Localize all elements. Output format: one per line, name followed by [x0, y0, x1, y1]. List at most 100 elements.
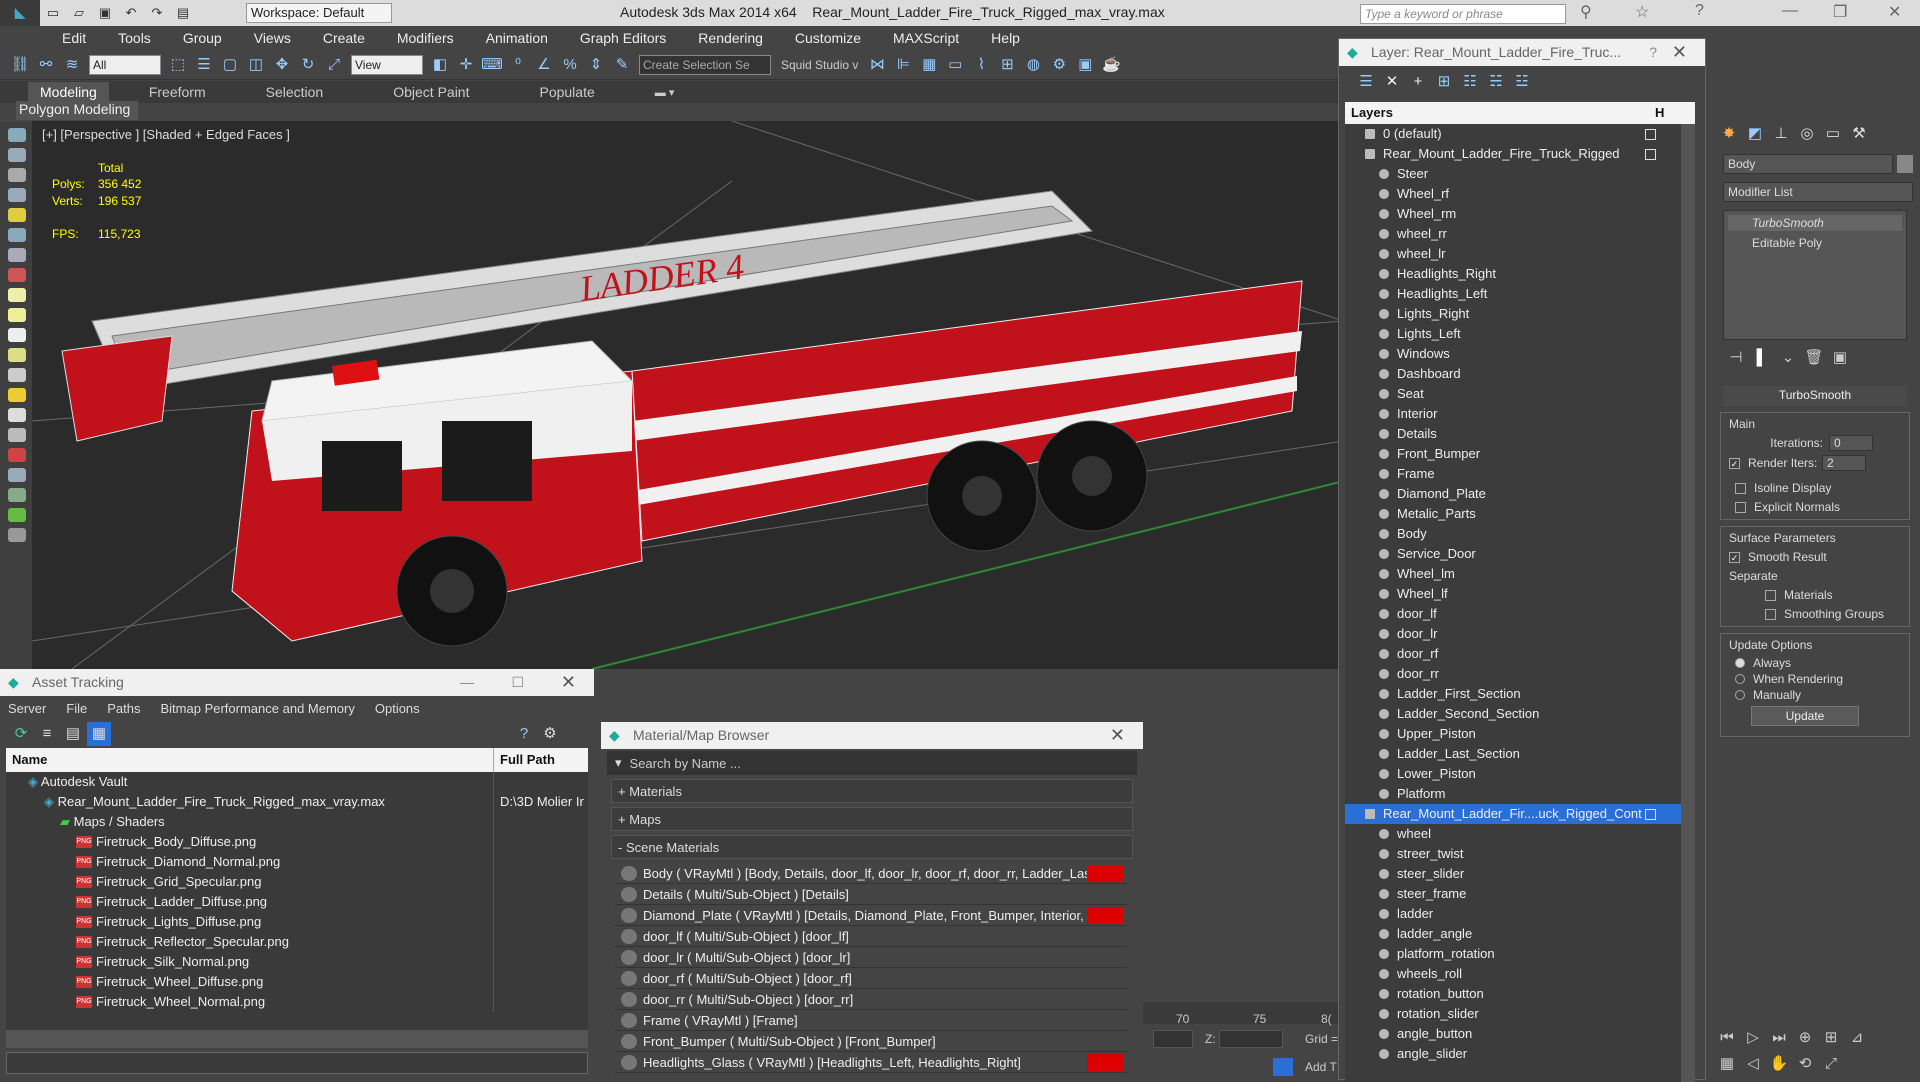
edit-named-selection-icon[interactable]: ✎ [610, 53, 634, 77]
layer-object-item[interactable]: door_rf [1345, 644, 1695, 664]
refresh-icon[interactable]: ⟳ [9, 722, 33, 746]
scene-material-item[interactable]: Body ( VRayMtl ) [Body, Details, door_lf… [615, 863, 1127, 884]
selection-filter-dropdown[interactable]: All [89, 54, 161, 75]
layer-object-item[interactable]: ladder_angle [1345, 924, 1695, 944]
mirror-icon[interactable]: ⋈ [865, 53, 889, 77]
isolate-icon[interactable] [1273, 1058, 1293, 1076]
angle-snap-icon[interactable]: ∠ [532, 53, 556, 77]
column-hide[interactable]: H [1655, 102, 1675, 125]
tool-icon[interactable] [8, 348, 26, 362]
pivot-icon[interactable]: ◧ [428, 53, 452, 77]
menu-edit[interactable]: Edit [62, 30, 86, 46]
search-input[interactable]: Type a keyword or phrase [1360, 4, 1566, 24]
help-icon[interactable]: ? [1695, 2, 1704, 20]
new-file-icon[interactable]: ▭ [42, 3, 64, 23]
manually-radio[interactable] [1735, 690, 1745, 700]
pan-icon[interactable]: ✋ [1767, 1052, 1791, 1076]
close-icon[interactable]: ✕ [1110, 722, 1125, 749]
section-scene-materials[interactable]: - Scene Materials [611, 835, 1133, 859]
select-object-icon[interactable]: ⬚ [166, 53, 190, 77]
layer-object-item[interactable]: streer_twist [1345, 844, 1695, 864]
render-setup-icon[interactable]: ⚙ [1047, 53, 1071, 77]
turbosmooth-rollout[interactable]: TurboSmooth [1723, 386, 1907, 406]
rotate-icon[interactable]: ↻ [296, 53, 320, 77]
rendered-frame-icon[interactable]: ▣ [1073, 53, 1097, 77]
layer-object-item[interactable]: steer_slider [1345, 864, 1695, 884]
layer-object-item[interactable]: door_lf [1345, 604, 1695, 624]
tool-icon[interactable] [8, 128, 26, 142]
asset-row[interactable]: PNG Firetruck_Reflector_Specular.png [6, 931, 588, 952]
section-materials[interactable]: + Materials [611, 779, 1133, 803]
tool-icon[interactable] [8, 268, 26, 282]
layer-object-item[interactable]: rotation_button [1345, 984, 1695, 1004]
menu-bitmap-performance[interactable]: Bitmap Performance and Memory [161, 701, 355, 716]
select-manipulate-icon[interactable]: ✛ [454, 53, 478, 77]
ribbon-options-icon[interactable]: ▬ ▾ [655, 86, 675, 99]
viewport-label[interactable]: [+] [Perspective ] [Shaded + Edged Faces… [42, 127, 290, 142]
asset-row[interactable]: ◈ Rear_Mount_Ladder_Fire_Truck_Rigged_ma… [6, 791, 588, 812]
layer-manager-icon[interactable]: ▦ [917, 53, 941, 77]
layer-hide-toggle[interactable] [1645, 129, 1656, 140]
scene-material-item[interactable]: Frame ( VRayMtl ) [Frame] [615, 1010, 1127, 1031]
maximize-icon[interactable]: ☐ [511, 669, 524, 696]
horizontal-scrollbar[interactable] [6, 1030, 588, 1048]
highlight-layer-icon[interactable]: ☷ [1458, 70, 1482, 94]
layer-item[interactable]: 0 (default) [1345, 124, 1695, 144]
open-file-icon[interactable]: ▱ [68, 3, 90, 23]
remove-modifier-icon[interactable]: 🗑 [1802, 346, 1826, 370]
binoculars-icon[interactable]: ⚲ [1580, 2, 1592, 22]
layer-object-item[interactable]: Body [1345, 524, 1695, 544]
isoline-display-checkbox[interactable] [1735, 482, 1746, 494]
menu-options[interactable]: Options [375, 701, 420, 716]
tool-icon[interactable] [8, 488, 26, 502]
undo-icon[interactable]: ↶ [120, 3, 142, 23]
modifier-list-dropdown[interactable]: Modifier List [1723, 182, 1913, 202]
tool-icon[interactable] [8, 528, 26, 542]
layer-object-item[interactable]: angle_button [1345, 1024, 1695, 1044]
reference-coordinate-dropdown[interactable]: View [351, 54, 423, 75]
maximize-icon[interactable]: ❐ [1833, 2, 1847, 22]
layer-object-item[interactable]: Ladder_First_Section [1345, 684, 1695, 704]
asset-row[interactable]: PNG Firetruck_Wheel_Diffuse.png [6, 971, 588, 992]
layer-object-item[interactable]: Lights_Right [1345, 304, 1695, 324]
layer-object-item[interactable]: Wheel_rf [1345, 184, 1695, 204]
layer-object-item[interactable]: door_rr [1345, 664, 1695, 684]
project-icon[interactable]: ▤ [172, 3, 194, 23]
layer-object-item[interactable]: rotation_slider [1345, 1004, 1695, 1024]
asset-row[interactable]: PNG Firetruck_Body_Diffuse.png [6, 831, 588, 852]
layer-hide-toggle[interactable] [1645, 149, 1656, 160]
layer-object-item[interactable]: Service_Door [1345, 544, 1695, 564]
scene-material-item[interactable]: door_rf ( Multi/Sub-Object ) [door_rf] [615, 968, 1127, 989]
move-icon[interactable]: ✥ [270, 53, 294, 77]
scene-material-item[interactable]: Diamond_Plate ( VRayMtl ) [Details, Diam… [615, 905, 1127, 926]
tab-freeform[interactable]: Freeform [149, 84, 206, 100]
utilities-tab-icon[interactable]: ⚒ [1847, 122, 1871, 146]
layer-object-item[interactable]: wheels_roll [1345, 964, 1695, 984]
when-rendering-radio[interactable] [1735, 674, 1745, 684]
polygon-modeling-panel[interactable]: Polygon Modeling [16, 101, 138, 120]
close-icon[interactable]: ✕ [561, 669, 576, 696]
layer-object-item[interactable]: steer_frame [1345, 884, 1695, 904]
asset-row[interactable]: PNG Firetruck_Lights_Diffuse.png [6, 911, 588, 932]
tool-icon[interactable] [8, 508, 26, 522]
create-tab-icon[interactable]: ✸ [1717, 122, 1741, 146]
layer-object-item[interactable]: Ladder_Last_Section [1345, 744, 1695, 764]
menu-customize[interactable]: Customize [795, 30, 861, 46]
field-of-view-icon[interactable]: ⊿ [1845, 1026, 1869, 1050]
layer-object-item[interactable]: Metalic_Parts [1345, 504, 1695, 524]
zoom-icon[interactable]: ⊕ [1793, 1026, 1817, 1050]
curve-editor-icon[interactable]: ⌇ [969, 53, 993, 77]
z-coordinate-field[interactable] [1219, 1030, 1283, 1048]
asset-row[interactable]: ◈ Autodesk Vault [6, 771, 588, 792]
tool-icon[interactable] [8, 368, 26, 382]
configure-modifier-sets-icon[interactable]: ▣ [1828, 346, 1852, 370]
asset-row[interactable]: PNG Firetruck_Wheel_Normal.png [6, 991, 588, 1012]
stack-item-turbosmooth[interactable]: TurboSmooth [1728, 215, 1902, 231]
display-tab-icon[interactable]: ▭ [1821, 122, 1845, 146]
layer-object-item[interactable]: Front_Bumper [1345, 444, 1695, 464]
menu-create[interactable]: Create [323, 30, 365, 46]
snap-icon[interactable]: ⁰ [506, 53, 530, 77]
help-icon[interactable]: ? [512, 722, 536, 746]
close-icon[interactable]: ✕ [1888, 2, 1901, 22]
materials-checkbox[interactable] [1765, 589, 1776, 601]
